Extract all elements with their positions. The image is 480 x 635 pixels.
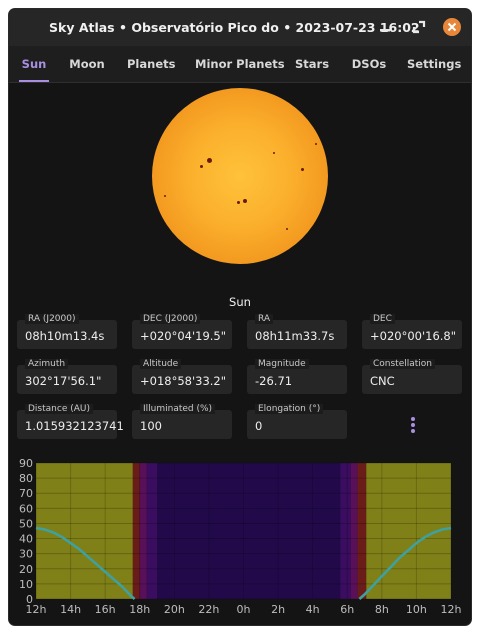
- magnitude-label: Magnitude: [255, 359, 309, 369]
- band-astronomical-twilight: [340, 463, 351, 599]
- distance-field[interactable]: Distance (AU) 1.015932123741: [17, 404, 124, 439]
- elongation-label: Elongation (°): [255, 404, 324, 414]
- tab-dsos[interactable]: DSOs: [349, 46, 389, 82]
- dec-j2000-value: +020°04'19.5": [140, 329, 227, 343]
- dec-value: +020°00'16.8": [370, 329, 457, 343]
- tab-sun[interactable]: Sun: [19, 46, 49, 82]
- x-tick-label: 12h: [441, 603, 462, 616]
- dec-j2000-label: DEC (J2000): [140, 314, 201, 324]
- altitude-chart-svg: 010203040506070809012h 14h 16h 18h 20h 22h 0h 2…: [19, 457, 462, 616]
- band-nautical-twilight: [139, 463, 147, 599]
- x-tick-label: 2h: [271, 603, 285, 616]
- x-tick-label: 20h: [164, 603, 185, 616]
- x-tick-label: 16h: [95, 603, 116, 616]
- constellation-label: Constellation: [370, 359, 436, 369]
- ra-j2000-value: 08h10m13.4s: [25, 329, 105, 343]
- y-tick-label: 80: [19, 472, 33, 485]
- ra-field[interactable]: RA 08h11m33.7s: [247, 314, 347, 349]
- ra-label: RA: [255, 314, 274, 324]
- azimuth-value: 302°17'56.1": [25, 374, 102, 388]
- distance-value: 1.015932123741: [25, 419, 124, 433]
- y-tick-label: 60: [19, 502, 33, 515]
- sunspot: [273, 152, 275, 154]
- y-tick-label: 50: [19, 517, 33, 530]
- x-tick-label: 0h: [237, 603, 251, 616]
- sun-view: Sun: [9, 83, 471, 313]
- illuminated-field[interactable]: Illuminated (%) 100: [132, 404, 232, 439]
- maximize-icon[interactable]: [410, 18, 428, 36]
- illuminated-value: 100: [140, 419, 162, 433]
- y-tick-label: 20: [19, 563, 33, 576]
- ra-j2000-label: RA (J2000): [25, 314, 79, 324]
- altitude-field[interactable]: Altitude +018°58'33.2": [132, 359, 232, 394]
- x-tick-label: 18h: [129, 603, 150, 616]
- magnitude-value: -26.71: [255, 374, 293, 388]
- y-tick-label: 70: [19, 487, 33, 500]
- illuminated-label: Illuminated (%): [140, 404, 216, 414]
- dec-label: DEC: [370, 314, 395, 324]
- y-tick-label: 90: [19, 457, 33, 470]
- dec-j2000-field[interactable]: DEC (J2000) +020°04'19.5": [132, 314, 232, 349]
- y-tick-label: 30: [19, 548, 33, 561]
- band-nautical-twilight: [350, 463, 358, 599]
- sunspot: [243, 199, 247, 203]
- sunspot: [286, 228, 288, 230]
- band-astronomical-twilight: [146, 463, 158, 599]
- constellation-value: CNC: [370, 374, 395, 388]
- object-name: Sun: [229, 295, 251, 309]
- altitude-chart: 0 10 20 30 40 50 60 70 80 90 12h 14h 16h 18h 20h 22h 0h 2…: [9, 454, 471, 625]
- constellation-field[interactable]: Constellation CNC: [362, 359, 462, 394]
- altitude-value: +018°58'33.2": [140, 374, 227, 388]
- tab-moon[interactable]: Moon: [69, 46, 105, 82]
- x-tick-label: 22h: [198, 603, 219, 616]
- window-title: Sky Atlas • Observatório Pico do • 2023-…: [49, 20, 420, 35]
- elongation-value: 0: [255, 419, 263, 433]
- more-vertical-icon[interactable]: [407, 415, 419, 437]
- sunspot: [315, 143, 317, 145]
- x-tick-label: 6h: [340, 603, 354, 616]
- sunspot: [301, 168, 304, 171]
- app-window: Sky Atlas • Observatório Pico do • 2023-…: [9, 9, 471, 625]
- tab-stars[interactable]: Stars: [295, 46, 329, 82]
- azimuth-label: Azimuth: [25, 359, 69, 369]
- ra-j2000-field[interactable]: RA (J2000) 08h10m13.4s: [17, 314, 117, 349]
- sunspot: [237, 201, 240, 204]
- sunspot: [200, 165, 203, 168]
- tab-minor-planets[interactable]: Minor Planets: [195, 46, 285, 82]
- band-civil-twilight: [357, 463, 367, 599]
- altitude-label: Altitude: [140, 359, 182, 369]
- x-tick-label: 10h: [406, 603, 427, 616]
- tab-settings[interactable]: Settings: [407, 46, 461, 82]
- minimize-icon[interactable]: [376, 18, 394, 36]
- sunspot: [207, 158, 212, 163]
- tab-bar: Sun Moon Planets Minor Planets Stars DSO…: [9, 46, 471, 83]
- close-icon[interactable]: [443, 18, 461, 36]
- elongation-field[interactable]: Elongation (°) 0: [247, 404, 347, 439]
- ra-value: 08h11m33.7s: [255, 329, 335, 343]
- x-tick-label: 8h: [375, 603, 389, 616]
- tab-planets[interactable]: Planets: [127, 46, 175, 82]
- sun-image: [152, 88, 328, 264]
- magnitude-field[interactable]: Magnitude -26.71: [247, 359, 347, 394]
- azimuth-field[interactable]: Azimuth 302°17'56.1": [17, 359, 117, 394]
- distance-label: Distance (AU): [25, 404, 93, 414]
- title-bar: Sky Atlas • Observatório Pico do • 2023-…: [9, 9, 471, 46]
- dec-field[interactable]: DEC +020°00'16.8": [362, 314, 462, 349]
- x-tick-label: 4h: [306, 603, 320, 616]
- y-tick-label: 40: [19, 533, 33, 546]
- y-tick-label: 10: [19, 578, 33, 591]
- sunspot: [164, 195, 166, 197]
- x-tick-label: 14h: [60, 603, 81, 616]
- band-civil-twilight: [132, 463, 140, 599]
- x-tick-label: 12h: [26, 603, 47, 616]
